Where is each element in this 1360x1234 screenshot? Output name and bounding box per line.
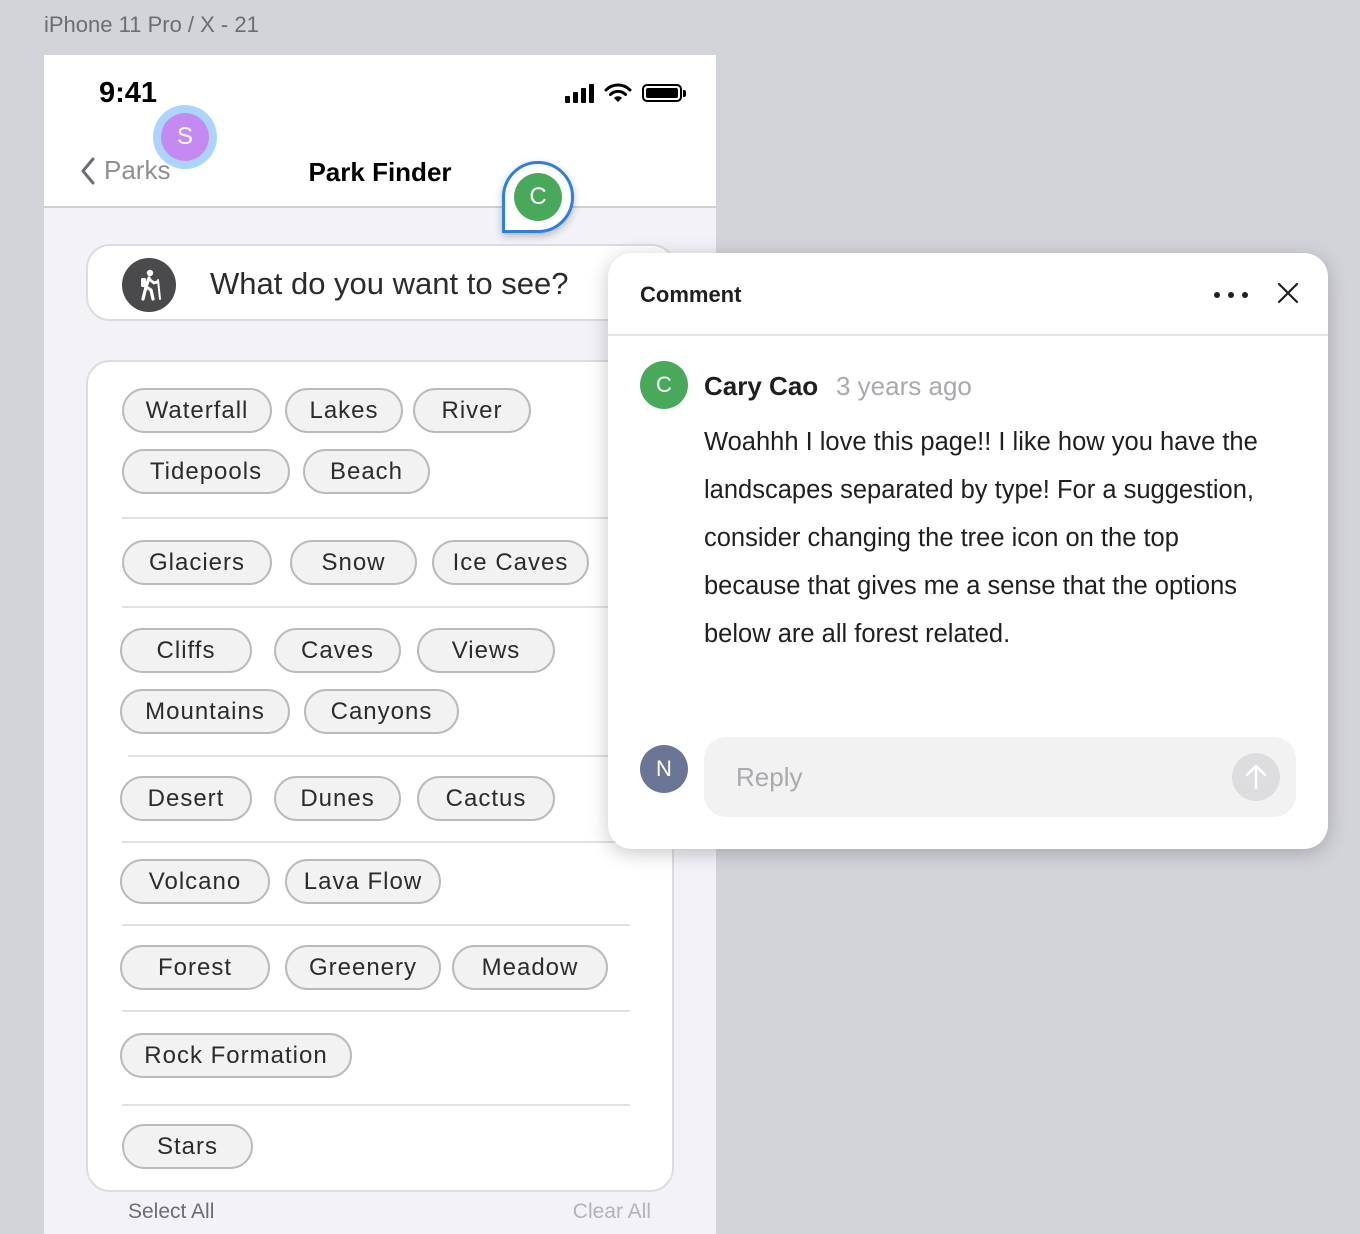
comment-panel-header: Comment [608,253,1328,336]
close-icon[interactable] [1276,281,1300,305]
reply-user-avatar: N [640,745,688,793]
select-all-button[interactable]: Select All [128,1200,214,1224]
tag-group-divider [122,606,630,608]
search-prompt-bar[interactable]: What do you want to see? [86,244,676,321]
tag-group-divider [122,924,630,926]
tag-meadow[interactable]: Meadow [452,945,608,990]
tag-group-divider [128,755,630,757]
tag-group-divider [122,1104,630,1106]
tag-views[interactable]: Views [417,628,555,673]
reply-box [704,737,1296,817]
chevron-left-icon [81,157,95,184]
tag-snow[interactable]: Snow [290,540,417,585]
more-options-icon[interactable] [1214,291,1248,299]
frame-label: iPhone 11 Pro / X - 21 [44,12,259,37]
status-time: 9:41 [99,77,158,109]
tag-beach[interactable]: Beach [303,449,430,494]
tag-waterfall[interactable]: Waterfall [122,388,272,433]
comment-author-name: Cary Cao [704,371,819,401]
status-icons [565,83,686,103]
tag-canyons[interactable]: Canyons [304,689,459,734]
send-reply-button[interactable] [1232,753,1280,801]
tag-glaciers[interactable]: Glaciers [122,540,272,585]
tag-dunes[interactable]: Dunes [274,776,401,821]
comment-panel: Comment C Cary Cao 3 years ago Woahhh I … [608,253,1328,849]
landscape-tags-card: Waterfall Lakes River Tidepools Beach Gl… [86,360,674,1192]
tag-cliffs[interactable]: Cliffs [120,628,252,673]
back-label: Parks [104,155,171,185]
tag-group-divider [122,517,630,519]
navigation-header: 9:41 Park Finder Parks [44,55,716,208]
hiker-icon [122,258,176,312]
comment-body: Woahhh I love this page!! I like how you… [704,428,1258,648]
tag-stars[interactable]: Stars [122,1124,253,1169]
tag-river[interactable]: River [413,388,531,433]
bottom-actions: Select All Clear All [44,1198,716,1234]
arrow-up-icon [1245,764,1267,790]
tag-lava-flow[interactable]: Lava Flow [285,859,441,904]
tag-group-divider [122,1010,630,1012]
viewer-avatar[interactable]: S [161,113,209,161]
tag-group-divider [122,841,630,843]
comment-pin-avatar[interactable]: C [514,173,562,221]
tag-desert[interactable]: Desert [120,776,252,821]
tag-mountains[interactable]: Mountains [120,689,290,734]
battery-icon [642,84,686,102]
tag-tidepools[interactable]: Tidepools [122,449,290,494]
tag-forest[interactable]: Forest [120,945,270,990]
reply-input[interactable] [736,759,1216,795]
comment-author-avatar: C [640,361,688,409]
tag-cactus[interactable]: Cactus [417,776,555,821]
comment-panel-title: Comment [640,282,742,307]
tag-lakes[interactable]: Lakes [285,388,403,433]
tag-rock-formation[interactable]: Rock Formation [120,1033,352,1078]
tag-caves[interactable]: Caves [274,628,401,673]
wifi-icon [604,83,632,102]
clear-all-button[interactable]: Clear All [573,1200,651,1224]
tag-volcano[interactable]: Volcano [120,859,270,904]
tag-ice-caves[interactable]: Ice Caves [432,540,589,585]
tag-greenery[interactable]: Greenery [285,945,441,990]
back-button[interactable]: Parks [80,155,170,186]
cellular-signal-icon [565,83,594,103]
search-prompt-text: What do you want to see? [210,266,569,301]
comment-timestamp: 3 years ago [836,371,972,401]
